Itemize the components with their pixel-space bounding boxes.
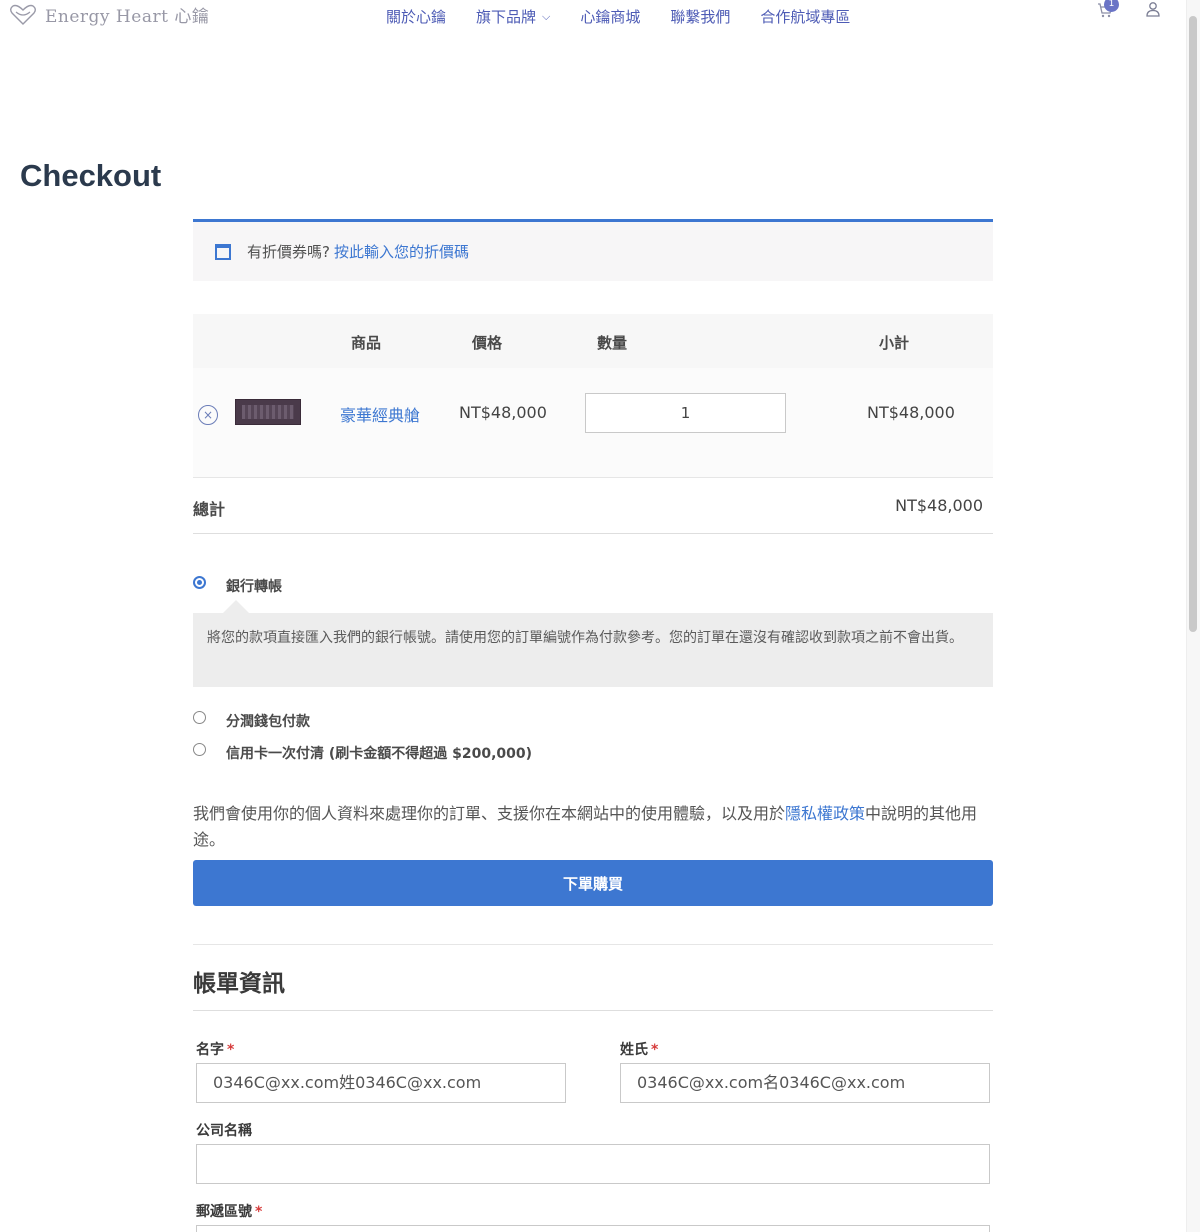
nav-item-brands[interactable]: 旗下品牌 ⌵ xyxy=(476,6,550,27)
billing-title: 帳單資訊 xyxy=(193,971,285,997)
nav-item-shop[interactable]: 心鑰商城 xyxy=(580,6,640,27)
payment-radio-bank-transfer[interactable] xyxy=(193,576,206,589)
payment-label-credit-card[interactable]: 信用卡一次付清 (刷卡金額不得超過 $200,000) xyxy=(226,743,532,763)
product-subtotal: NT$48,000 xyxy=(867,403,955,422)
first-name-label: 名字 * xyxy=(196,1039,234,1059)
cart-count-badge: 1 xyxy=(1104,0,1119,12)
table-row: × 豪華經典艙 NT$48,000 1 NT$48,000 xyxy=(193,368,993,478)
company-field[interactable] xyxy=(196,1144,990,1184)
total-label: 總計 xyxy=(193,500,226,519)
required-marker: * xyxy=(651,1042,659,1058)
payment-label-bank-transfer[interactable]: 銀行轉帳 xyxy=(226,576,282,596)
cart-table: 商品 價格 數量 小計 × 豪華經典艙 NT$48,000 1 NT$48,00… xyxy=(193,314,993,534)
remove-item-icon[interactable]: × xyxy=(198,405,218,425)
payment-radio-credit-card[interactable] xyxy=(193,743,206,756)
last-name-label: 姓氏 * xyxy=(620,1039,658,1059)
privacy-text-before: 我們會使用你的個人資料來處理你的訂單、支援你在本網站中的使用體驗，以及用於 xyxy=(193,804,786,823)
payment-radio-wallet[interactable] xyxy=(193,711,206,724)
heart-logo-icon xyxy=(10,4,36,25)
section-divider xyxy=(193,944,993,945)
chevron-down-icon: ⌵ xyxy=(542,9,551,23)
title-divider xyxy=(193,1010,993,1011)
postcode-label-text: 郵遞區號 xyxy=(196,1204,252,1220)
order-total-row: 總計 NT$48,000 xyxy=(193,478,993,534)
checkout-content: 有折價券嗎? 按此輸入您的折價碼 商品 價格 數量 小計 × 豪華經典艙 NT$… xyxy=(193,219,993,1232)
bank-transfer-description: 將您的款項直接匯入我們的銀行帳號。請使用您的訂單編號作為付款參考。您的訂單在還沒… xyxy=(193,600,993,687)
required-marker: * xyxy=(255,1204,263,1220)
coupon-prompt: 有折價券嗎? xyxy=(247,243,330,261)
company-label: 公司名稱 xyxy=(196,1123,252,1139)
quantity-input[interactable]: 1 xyxy=(585,393,786,433)
column-header-subtotal: 小計 xyxy=(879,334,910,352)
product-price: NT$48,000 xyxy=(459,403,547,422)
nav-item-brands-label: 旗下品牌 xyxy=(476,8,537,26)
nav-item-partners[interactable]: 合作航域專區 xyxy=(760,6,850,27)
product-name-link[interactable]: 豪華經典艙 xyxy=(340,402,420,426)
logo-text: Energy Heart 心鑰 xyxy=(45,7,210,27)
scrollbar-thumb[interactable] xyxy=(1189,16,1197,632)
first-name-label-text: 名字 xyxy=(196,1042,224,1058)
nav-item-about[interactable]: 關於心鑰 xyxy=(386,6,446,27)
last-name-label-text: 姓氏 xyxy=(620,1042,648,1058)
window-icon xyxy=(215,243,231,260)
nav-item-contact[interactable]: 聯繫我們 xyxy=(670,6,730,27)
privacy-notice: 我們會使用你的個人資料來處理你的訂單、支援你在本網站中的使用體驗，以及用於隱私權… xyxy=(193,801,993,853)
cart-table-header: 商品 價格 數量 小計 xyxy=(193,314,993,368)
product-thumbnail[interactable] xyxy=(235,399,301,425)
place-order-button[interactable]: 下單購買 xyxy=(193,860,993,906)
coupon-link[interactable]: 按此輸入您的折價碼 xyxy=(334,241,469,262)
column-header-price: 價格 xyxy=(472,334,503,352)
payment-label-wallet[interactable]: 分潤錢包付款 xyxy=(226,711,310,731)
last-name-field[interactable]: 0346C@xx.com名0346C@xx.com xyxy=(620,1063,990,1103)
main-nav: 關於心鑰 旗下品牌 ⌵ 心鑰商城 聯繫我們 合作航域專區 xyxy=(386,6,850,27)
privacy-policy-link[interactable]: 隱私權政策 xyxy=(785,804,865,823)
column-header-product: 商品 xyxy=(351,334,382,352)
page-title: Checkout xyxy=(20,158,162,193)
user-account-icon[interactable] xyxy=(1145,1,1161,21)
total-value: NT$48,000 xyxy=(895,496,983,515)
postcode-field[interactable] xyxy=(196,1225,990,1232)
column-header-quantity: 數量 xyxy=(597,334,628,352)
required-marker: * xyxy=(227,1042,235,1058)
coupon-notice: 有折價券嗎? 按此輸入您的折價碼 xyxy=(193,219,993,281)
billing-details: 帳單資訊 名字 * 0346C@xx.com姓0346C@xx.com 姓氏 * 0… xyxy=(193,944,993,1232)
site-logo[interactable]: Energy Heart 心鑰 xyxy=(9,2,209,27)
postcode-label: 郵遞區號 * xyxy=(196,1201,262,1221)
first-name-field[interactable]: 0346C@xx.com姓0346C@xx.com xyxy=(196,1063,566,1103)
